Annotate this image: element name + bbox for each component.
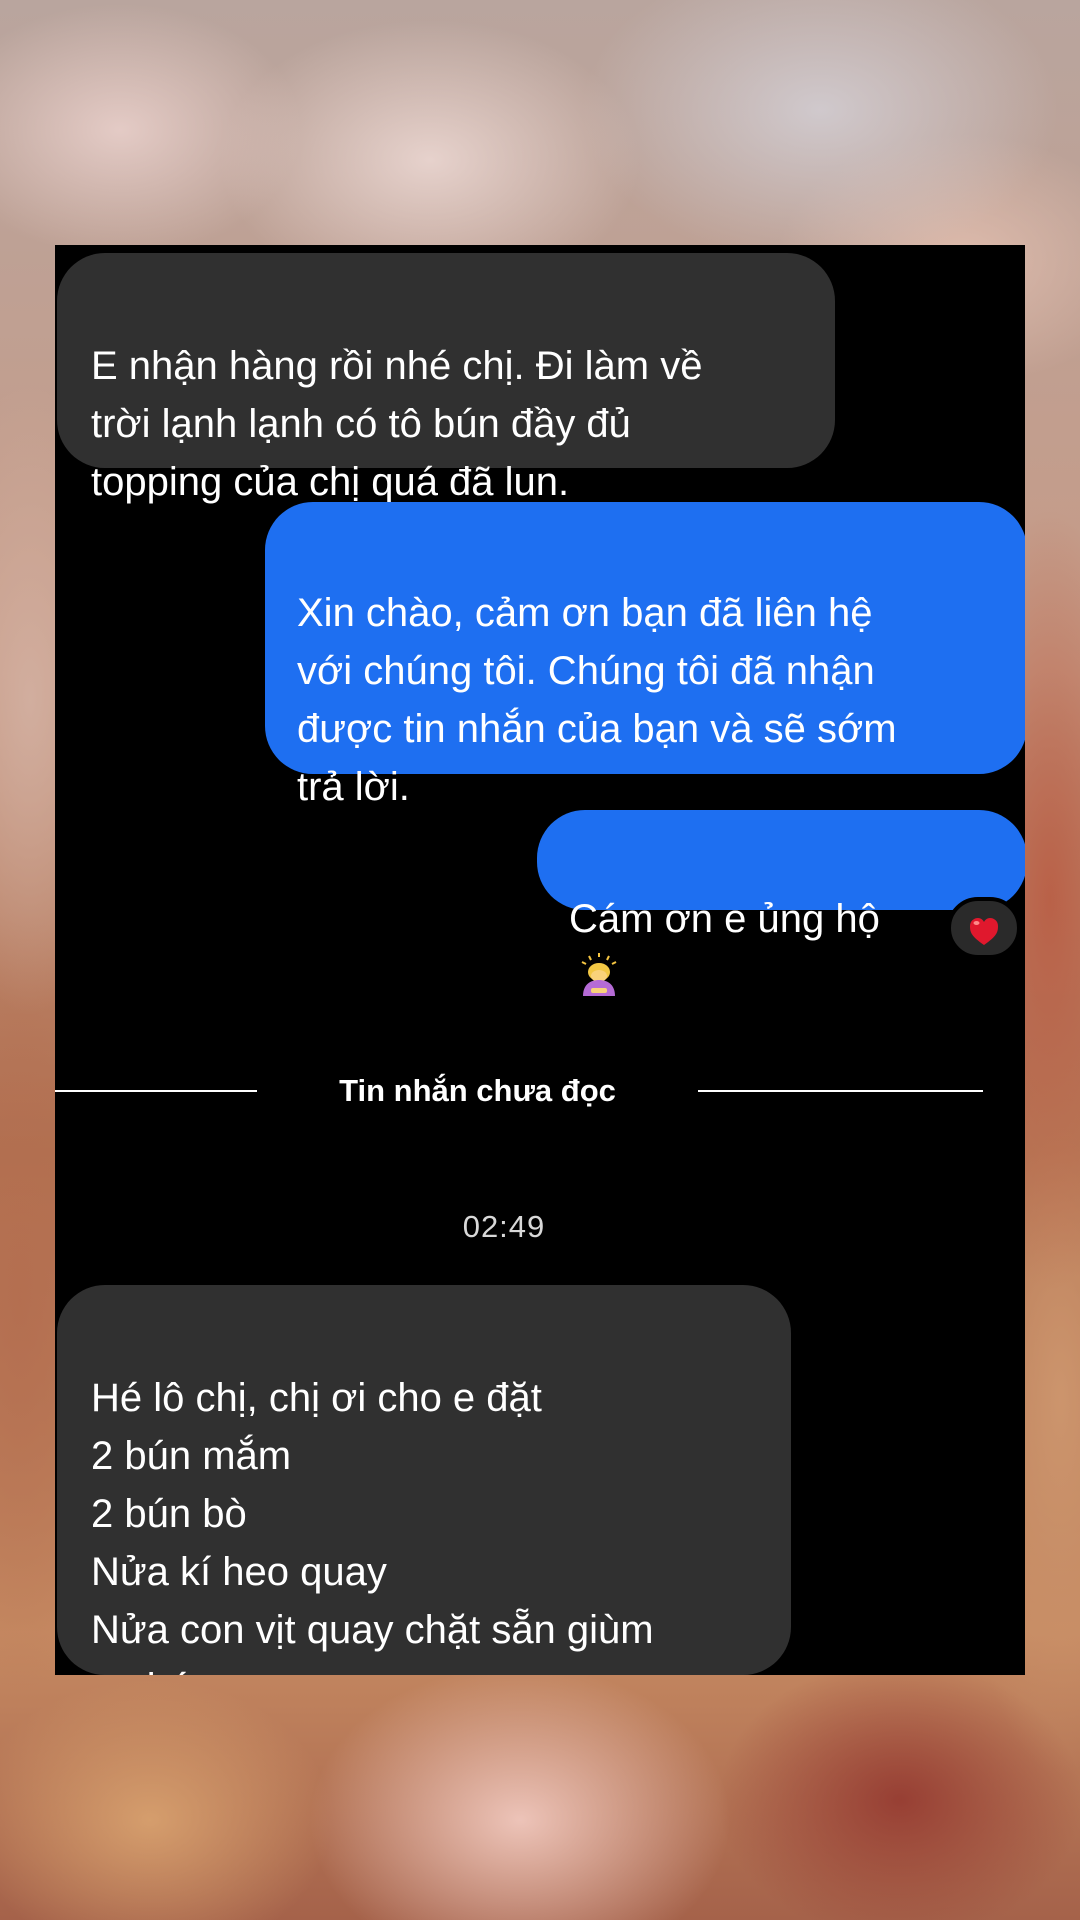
unread-messages-divider: Tin nhắn chưa đọc [55,1071,1025,1111]
message-bubble-incoming[interactable]: Hé lô chị, chị ơi cho e đặt 2 bún mắm 2 … [57,1285,791,1675]
message-text: E nhận hàng rồi nhé chị. Đi làm về trời … [91,344,703,504]
chat-screenshot: E nhận hàng rồi nhé chị. Đi làm về trời … [55,245,1025,1675]
message-bubble-outgoing[interactable]: Xin chào, cảm ơn bạn đã liên hệ với chún… [265,502,1025,809]
message-timestamp: 02:49 [462,1209,546,1244]
message-bubble-outgoing[interactable]: Cám ơn e ủng hộ [537,810,1025,996]
unread-divider-label: Tin nhắn chưa đọc [339,1073,616,1108]
message-text: Hé lô chị, chị ơi cho e đặt 2 bún mắm 2 … [91,1376,654,1675]
reaction-badge[interactable] [947,897,1021,959]
person-bowing-emoji [581,953,617,996]
message-bubble-incoming[interactable]: E nhận hàng rồi nhé chị. Đi làm về trời … [57,253,835,504]
message-text: Cám ơn e ủng hộ [569,897,880,941]
divider-line [55,1090,257,1092]
red-heart-emoji [970,918,998,945]
divider-line [698,1090,983,1092]
message-text: Xin chào, cảm ơn bạn đã liên hệ với chún… [297,591,897,809]
